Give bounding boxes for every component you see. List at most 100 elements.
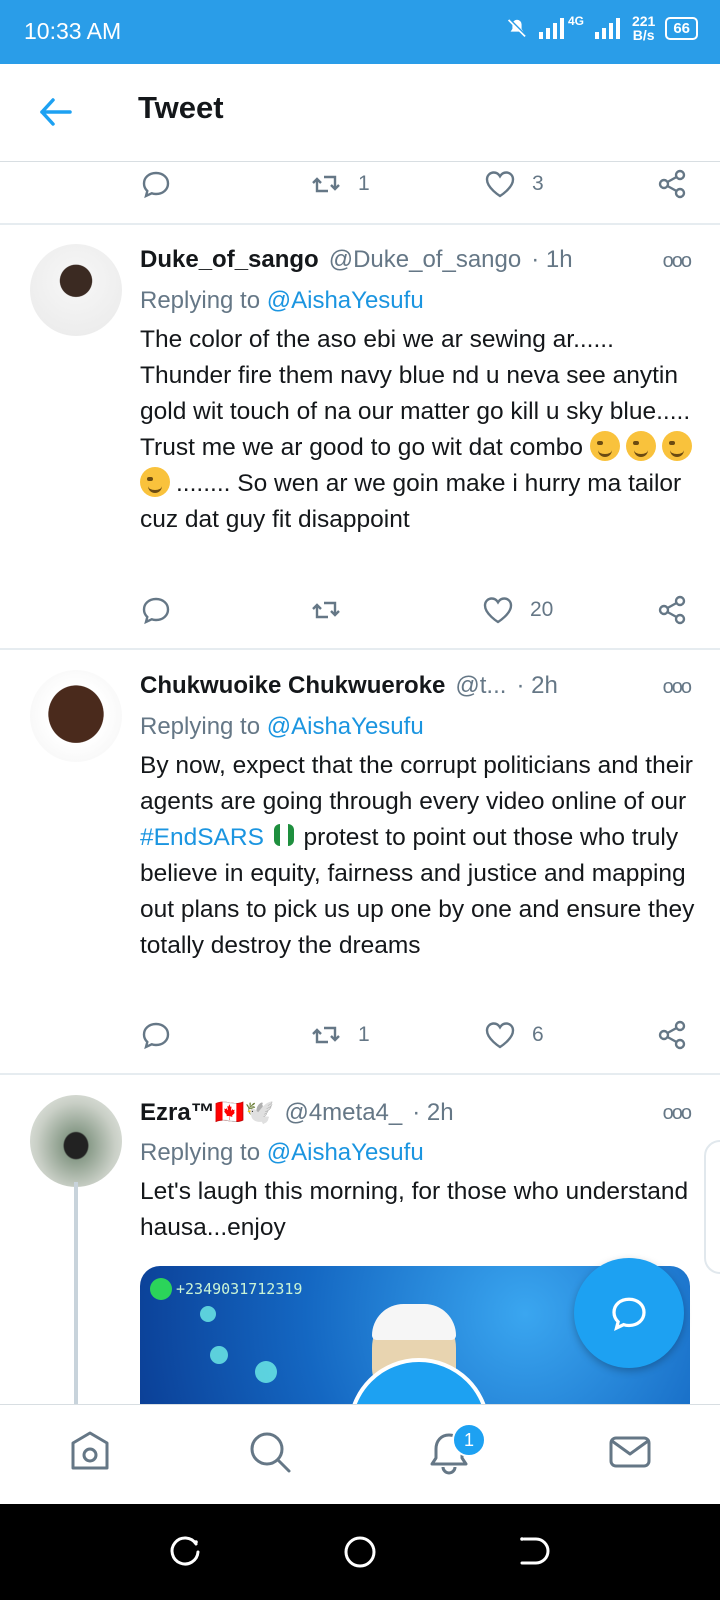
tweet-time: · 1h xyxy=(531,246,573,273)
media-watermark-text: +2349031712319 xyxy=(176,1280,303,1298)
share-button[interactable] xyxy=(656,168,688,200)
reply-button[interactable] xyxy=(140,168,172,200)
more-options-icon[interactable]: ooo xyxy=(663,1102,692,1125)
avatar[interactable] xyxy=(30,244,122,336)
share-button[interactable] xyxy=(656,1019,688,1051)
hashtag-link[interactable]: #EndSARS xyxy=(140,824,264,851)
retweet-button[interactable]: 1 xyxy=(310,1019,370,1051)
heart-icon xyxy=(483,597,513,624)
retweet-icon xyxy=(312,175,340,193)
video-person-cap xyxy=(372,1304,456,1340)
thread-connector-line xyxy=(74,1182,78,1412)
like-button[interactable]: 3 xyxy=(484,168,544,200)
author-handle: @t... xyxy=(455,672,507,699)
heart-icon xyxy=(485,171,515,198)
like-button[interactable]: 20 xyxy=(482,594,553,626)
reply-icon xyxy=(612,1297,646,1331)
replying-to-link[interactable]: @AishaYesufu xyxy=(267,713,424,740)
messages-envelope-icon[interactable] xyxy=(607,1429,653,1475)
divider xyxy=(0,648,720,650)
status-icons: 4G 221 B/s 66 xyxy=(506,14,698,42)
decorative-dot xyxy=(255,1361,277,1383)
reply-icon xyxy=(142,597,170,625)
whatsapp-icon xyxy=(150,1278,172,1300)
share-button[interactable] xyxy=(656,594,688,626)
app-header: Tweet xyxy=(0,64,720,162)
reply-button[interactable] xyxy=(140,594,172,626)
avatar[interactable] xyxy=(30,1095,122,1187)
tweet-actions-row: 1 3 xyxy=(0,156,720,216)
page-title: Tweet xyxy=(138,90,224,125)
tweet-time: · 2h xyxy=(412,1098,454,1126)
edge-card xyxy=(704,1140,720,1274)
replying-prefix: Replying to xyxy=(140,287,261,314)
speed-unit: B/s xyxy=(632,27,655,43)
heart-icon xyxy=(485,1022,515,1049)
tweet-author-row: Chukwuoike Chukwueroke @t... · 2h xyxy=(140,672,700,700)
retweet-count: 1 xyxy=(358,1023,370,1046)
media-watermark: +2349031712319 xyxy=(150,1278,302,1300)
home-icon[interactable] xyxy=(67,1429,113,1475)
compose-reply-button[interactable] xyxy=(574,1258,684,1368)
bottom-navigation: 1 xyxy=(0,1404,720,1505)
like-count: 20 xyxy=(530,598,554,621)
divider xyxy=(0,223,720,225)
tweet-actions-row: 20 xyxy=(0,582,720,642)
author-handle: @4meta4_ xyxy=(284,1098,403,1126)
retweet-button[interactable] xyxy=(310,594,342,626)
tweet-actions-row: 1 6 xyxy=(0,1007,720,1067)
notifications-badge: 1 xyxy=(452,1423,486,1457)
more-options-icon[interactable]: ooo xyxy=(663,250,692,273)
replying-to-link[interactable]: @AishaYesufu xyxy=(267,1139,424,1166)
like-button[interactable]: 6 xyxy=(484,1019,544,1051)
more-options-icon[interactable]: ooo xyxy=(663,676,692,699)
raised-fist-icon xyxy=(273,824,294,846)
share-icon xyxy=(658,169,686,199)
tweet-text: Let's laugh this morning, for those who … xyxy=(140,1174,700,1246)
retweet-icon xyxy=(312,1026,340,1044)
tweet-author-row: Ezra™🇨🇦🕊️ @4meta4_ · 2h xyxy=(140,1098,700,1127)
avatar[interactable] xyxy=(30,670,122,762)
author-name[interactable]: Duke_of_sango xyxy=(140,246,319,274)
author-handle: @Duke_of_sango xyxy=(328,246,522,273)
tweet-text: By now, expect that the corrupt politici… xyxy=(140,748,700,964)
tweet-text: The color of the aso ebi we ar sewing ar… xyxy=(140,322,700,538)
back-nav-icon[interactable] xyxy=(516,1534,552,1570)
reply-icon xyxy=(142,1022,170,1050)
reply-icon xyxy=(142,171,170,199)
status-time: 10:33 AM xyxy=(24,18,122,44)
retweet-icon xyxy=(312,601,340,619)
tweet-author-row: Duke_of_sango @Duke_of_sango · 1h xyxy=(140,246,700,274)
retweet-button[interactable]: 1 xyxy=(310,168,370,200)
author-name[interactable]: Ezra™🇨🇦🕊️ xyxy=(140,1098,274,1127)
tweet-text-part: By now, expect that the corrupt politici… xyxy=(140,752,693,815)
network-type: 4G xyxy=(567,14,584,28)
signal-icon xyxy=(538,18,564,39)
search-icon[interactable] xyxy=(247,1429,293,1475)
reply-button[interactable] xyxy=(140,1019,172,1051)
back-arrow-icon[interactable] xyxy=(36,92,76,132)
share-icon xyxy=(658,595,686,625)
tweet-time: · 2h xyxy=(516,672,558,699)
share-icon xyxy=(658,1020,686,1050)
battery-indicator: 66 xyxy=(665,16,698,40)
replying-to: Replying to @AishaYesufu xyxy=(140,287,424,315)
winking-emoji-icon xyxy=(140,467,170,497)
winking-emoji-icon xyxy=(625,431,656,461)
network-speed: 221 B/s xyxy=(632,14,655,42)
tweet-text-part: ........ So wen ar we goin make i hurry … xyxy=(140,470,682,533)
home-circle-icon[interactable] xyxy=(342,1534,378,1570)
mute-icon xyxy=(507,18,527,38)
author-name[interactable]: Chukwuoike Chukwueroke xyxy=(140,672,445,700)
signal-icon-2 xyxy=(594,18,620,39)
like-count: 3 xyxy=(532,172,544,195)
winking-emoji-icon xyxy=(661,431,692,461)
speed-value: 221 xyxy=(631,13,656,29)
divider xyxy=(0,1073,720,1075)
replying-to-link[interactable]: @AishaYesufu xyxy=(267,287,424,314)
replying-to: Replying to @AishaYesufu xyxy=(140,713,424,741)
recent-apps-icon[interactable] xyxy=(168,1534,204,1570)
replying-to: Replying to @AishaYesufu xyxy=(140,1139,424,1167)
replying-prefix: Replying to xyxy=(140,1139,261,1166)
decorative-dot xyxy=(210,1346,228,1364)
